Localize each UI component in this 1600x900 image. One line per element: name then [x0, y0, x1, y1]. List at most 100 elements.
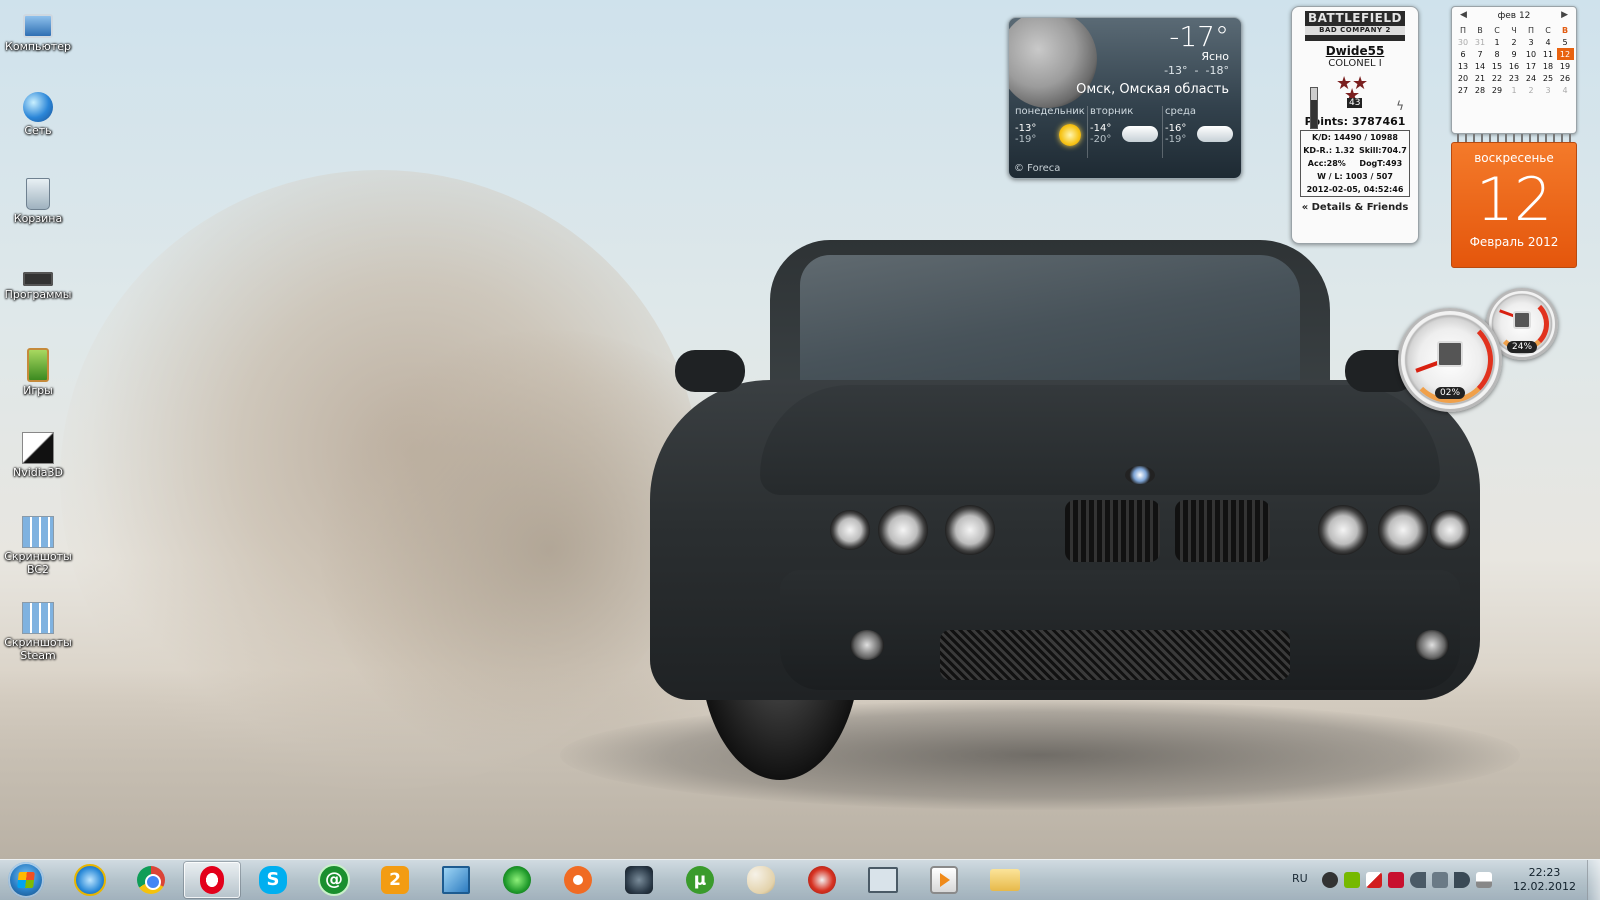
desktop-icon-label: Сеть	[24, 124, 52, 137]
desktop-icon-network[interactable]: Сеть	[0, 92, 76, 137]
weather-condition: Ясно	[1201, 50, 1229, 63]
calendar-day[interactable]: 2	[1523, 84, 1540, 96]
calendar-day[interactable]: 8	[1489, 48, 1506, 60]
calendar-day[interactable]: 4	[1557, 84, 1574, 96]
taskbar-button-utorrent[interactable]: µ	[672, 862, 728, 898]
calendar-day[interactable]: 22	[1489, 72, 1506, 84]
clock-date: 12.02.2012	[1513, 880, 1576, 893]
cpu-usage-label: 02%	[1434, 387, 1466, 399]
speaker-icon[interactable]	[1410, 872, 1426, 888]
calendar-day[interactable]: 3	[1523, 36, 1540, 48]
details-friends-link[interactable]: « Details & Friends	[1292, 202, 1418, 213]
taskbar-button-explorer[interactable]	[977, 862, 1033, 898]
calendar-day[interactable]: 13	[1455, 60, 1472, 72]
calendar-day[interactable]: 25	[1540, 72, 1557, 84]
desktop-icon-screenshots-steam[interactable]: Скриншоты Steam	[0, 602, 76, 662]
calendar-day[interactable]: 15	[1489, 60, 1506, 72]
desktop-icon-recycle-bin[interactable]: Корзина	[0, 178, 76, 225]
battlefield-logo: BATTLEFIELD BAD COMPANY 2	[1305, 11, 1405, 41]
calendar-day[interactable]: 5	[1557, 36, 1574, 48]
calendar-day[interactable]: 1	[1506, 84, 1523, 96]
calendar-day[interactable]: 24	[1523, 72, 1540, 84]
car-headlight	[1430, 510, 1470, 550]
volume-icon[interactable]	[1454, 872, 1470, 888]
calendar-day[interactable]: 17	[1523, 60, 1540, 72]
cloud-icon	[1197, 126, 1233, 142]
calendar-day[interactable]: 28	[1472, 84, 1489, 96]
taskbar-button-qip[interactable]: 2	[367, 862, 423, 898]
taskbar-button-paint[interactable]	[733, 862, 789, 898]
weather-gadget[interactable]: -17° Ясно -13° - -18° Омск, Омская облас…	[1008, 17, 1242, 179]
language-indicator[interactable]: RU	[1292, 872, 1308, 885]
calendar-day[interactable]: 1	[1489, 36, 1506, 48]
desktop-icon-games[interactable]: Игры	[0, 348, 76, 397]
taskbar-button-mail-agent[interactable]: @	[306, 862, 362, 898]
calendar-day[interactable]: 9	[1506, 48, 1523, 60]
battlefield-logo-title: BATTLEFIELD	[1308, 11, 1402, 25]
calendar-day[interactable]: 23	[1506, 72, 1523, 84]
start-button[interactable]	[8, 862, 44, 898]
taskbar-button-internet-explorer[interactable]	[62, 862, 118, 898]
desktop-icon-nvidia3d[interactable]: Nvidia3D	[0, 432, 76, 479]
player-name-link[interactable]: Dwide55	[1292, 44, 1418, 58]
desktop-icon-label: Компьютер	[5, 40, 71, 53]
taskbar-button-virtualbox[interactable]	[428, 862, 484, 898]
antivirus-icon[interactable]	[1388, 872, 1404, 888]
calendar-day[interactable]: 21	[1472, 72, 1489, 84]
calendar-day[interactable]: 19	[1557, 60, 1574, 72]
car-hood	[760, 385, 1440, 495]
folder-icon	[990, 869, 1020, 891]
calendar-day[interactable]: 4	[1540, 36, 1557, 48]
prev-month-icon[interactable]: ◀	[1460, 10, 1467, 20]
weekday-header: С	[1545, 25, 1551, 35]
calendar-day[interactable]: 27	[1455, 84, 1472, 96]
calendar-day[interactable]: 2	[1506, 36, 1523, 48]
battlefield-stats-gadget[interactable]: BATTLEFIELD BAD COMPANY 2 Dwide55 COLONE…	[1291, 6, 1419, 244]
next-month-icon[interactable]: ▶	[1561, 10, 1568, 20]
calendar-day[interactable]: 31	[1472, 36, 1489, 48]
calendar-day[interactable]: 7	[1472, 48, 1489, 60]
taskbar-button-origin[interactable]	[550, 862, 606, 898]
memory-usage-label: 24%	[1506, 341, 1538, 353]
steam-tray-icon[interactable]	[1322, 872, 1338, 888]
taskbar-button-opera[interactable]	[184, 862, 240, 898]
calendar-gadget[interactable]: ◀ фев 12 ▶ П В С Ч П С В 30 31 1 2 3 4 5	[1451, 6, 1577, 268]
stat-skill: Skill:704.7	[1358, 146, 1407, 155]
calendar-day[interactable]: 14	[1472, 60, 1489, 72]
taskbar-button-media-player[interactable]	[916, 862, 972, 898]
calendar-day[interactable]: 30	[1455, 36, 1472, 48]
taskbar-button-steam[interactable]	[611, 862, 667, 898]
calendar-day[interactable]: 6	[1455, 48, 1472, 60]
taskbar-button-ccleaner[interactable]	[794, 862, 850, 898]
lightning-icon: ϟ	[1396, 99, 1404, 113]
weather-source-link[interactable]: © Foreca	[1014, 163, 1060, 174]
desktop-icon-computer[interactable]: Компьютер	[0, 8, 76, 53]
taskbar-button-skype[interactable]: S	[245, 862, 301, 898]
usb-icon[interactable]	[1432, 872, 1448, 888]
flag-icon[interactable]	[1476, 872, 1492, 888]
calendar-day[interactable]: 10	[1523, 48, 1540, 60]
calendar-day[interactable]: 16	[1506, 60, 1523, 72]
desktop-icon-programs[interactable]: Программы	[0, 262, 76, 301]
taskbar-button-game-launcher[interactable]	[489, 862, 545, 898]
calendar-day-today[interactable]: 12	[1556, 48, 1574, 60]
network-warning-icon[interactable]	[1366, 872, 1382, 888]
system-clock[interactable]: 22:23 12.02.2012	[1513, 866, 1576, 894]
weather-temperature: -17°	[1169, 20, 1229, 53]
taskbar-button-monitor-app[interactable]	[855, 862, 911, 898]
car-shadow	[560, 700, 1520, 810]
calendar-day[interactable]: 11	[1540, 48, 1557, 60]
taskbar-button-google-chrome[interactable]	[123, 862, 179, 898]
calendar-day[interactable]: 18	[1540, 60, 1557, 72]
cpu-meter-gadget[interactable]: 24% 02%	[1394, 288, 1574, 418]
show-desktop-button[interactable]	[1587, 860, 1600, 900]
calendar-day[interactable]: 26	[1557, 72, 1574, 84]
nvidia-tray-icon[interactable]	[1344, 872, 1360, 888]
calendar-day[interactable]: 29	[1489, 84, 1506, 96]
calendar-day[interactable]: 3	[1540, 84, 1557, 96]
calendar-day[interactable]: 20	[1455, 72, 1472, 84]
opera-icon	[200, 866, 224, 894]
car-headlight	[1318, 505, 1368, 555]
paint-palette-icon	[747, 866, 775, 894]
desktop-icon-screenshots-bc2[interactable]: Скриншоты BC2	[0, 516, 76, 576]
